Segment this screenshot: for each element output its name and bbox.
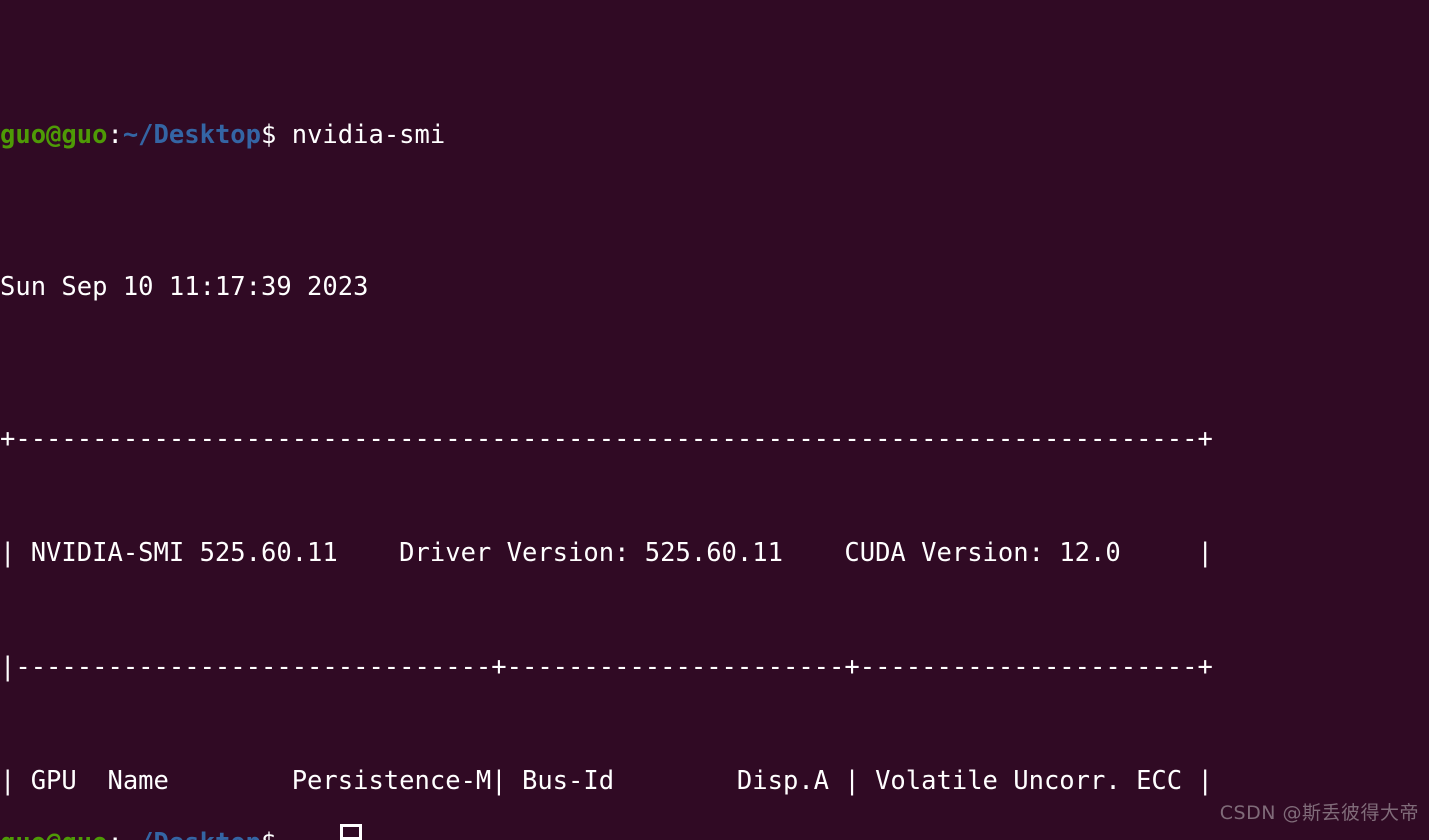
- terminal-screen: guo@guo:~/Desktop$ nvidia-smi Sun Sep 10…: [0, 2, 1213, 840]
- smi-version-header: | NVIDIA-SMI 525.60.11 Driver Version: 5…: [0, 538, 1213, 568]
- command-text: nvidia-smi: [276, 120, 446, 150]
- smi-border-top: +---------------------------------------…: [0, 424, 1213, 454]
- text-cursor[interactable]: [340, 824, 362, 840]
- smi-column-header-row-1: | GPU Name Persistence-M| Bus-Id Disp.A …: [0, 766, 1213, 796]
- prompt-path: ~/Desktop: [122, 120, 261, 150]
- next-prompt-sigil: $: [261, 828, 276, 840]
- next-prompt-separator: :: [107, 828, 122, 840]
- next-prompt-line: guo@guo:~/Desktop$: [0, 824, 276, 840]
- timestamp-line: Sun Sep 10 11:17:39 2023: [0, 272, 369, 302]
- terminal-window[interactable]: guo@guo:~/Desktop$ nvidia-smi Sun Sep 10…: [0, 0, 1429, 840]
- csdn-watermark: CSDN @斯丢彼得大帝: [1219, 802, 1419, 824]
- next-prompt-path: ~/Desktop: [123, 828, 261, 840]
- smi-border-mid: |-------------------------------+-------…: [0, 652, 1213, 682]
- prompt-user-host: guo@guo: [0, 120, 108, 150]
- next-prompt-user-host: guo@guo: [0, 828, 107, 840]
- prompt-line: guo@guo:~/Desktop$ nvidia-smi: [0, 116, 1213, 154]
- prompt-separator: :: [107, 120, 123, 150]
- prompt-sigil: $: [261, 120, 277, 150]
